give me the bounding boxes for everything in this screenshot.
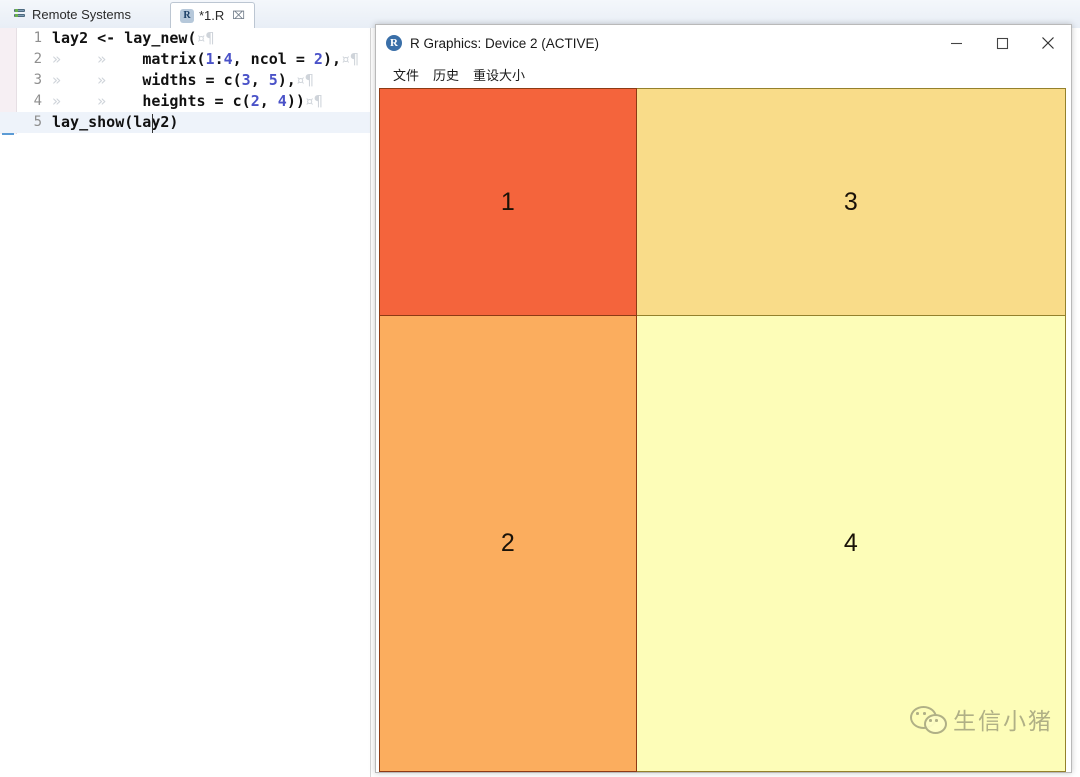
close-button[interactable]: [1025, 25, 1071, 61]
layout-cell-3-label: 3: [843, 187, 858, 216]
code-line[interactable]: 1 lay2 <- lay_new(¤¶: [0, 28, 370, 49]
code-text: lay_show(lay2): [52, 113, 179, 131]
text-caret: [152, 114, 153, 133]
layout-cell-3: 3: [636, 88, 1066, 316]
layout-cell-4: 4: [636, 316, 1066, 772]
code-text: » » widths = c(3, 5),¤¶: [52, 71, 314, 89]
window-controls: [933, 25, 1071, 61]
line-number: 1: [33, 30, 42, 46]
maximize-button[interactable]: [979, 25, 1025, 61]
layout-cell-1: 1: [379, 88, 637, 316]
r-file-icon: R: [180, 8, 194, 23]
line-number: 2: [33, 51, 42, 67]
layout-cell-1-label: 1: [500, 187, 515, 216]
minimize-button[interactable]: [933, 25, 979, 61]
code-text: lay2 <- lay_new(¤¶: [52, 29, 215, 47]
line-number: 5: [33, 114, 42, 130]
line-number: 3: [33, 72, 42, 88]
line-number: 4: [33, 93, 42, 109]
graphics-window-title: R Graphics: Device 2 (ACTIVE): [410, 35, 600, 51]
layout-cell-2-label: 2: [500, 529, 515, 557]
r-logo-icon: R: [386, 35, 402, 51]
r-graphics-window[interactable]: R R Graphics: Device 2 (ACTIVE) 文件 历史 重设…: [375, 24, 1072, 773]
tab-script-1r-label: *1.R: [199, 8, 225, 23]
remote-systems-icon: [13, 8, 27, 22]
tab-remote-systems-label: Remote Systems: [32, 7, 131, 22]
menu-resize[interactable]: 重设大小: [466, 65, 532, 84]
editor-right-edge: [370, 28, 371, 777]
layout-cell-2: 2: [379, 316, 637, 772]
code-line-container: 1 lay2 <- lay_new(¤¶ 2 » » matrix(1:4, ncol…: [0, 28, 370, 133]
close-icon[interactable]: ⌧: [232, 9, 245, 22]
layout-cell-4-label: 4: [843, 529, 858, 557]
graphics-window-menubar: 文件 历史 重设大小: [376, 61, 1071, 88]
code-text: » » matrix(1:4, ncol = 2),¤¶: [52, 50, 360, 68]
tab-script-1r[interactable]: R *1.R ⌧: [170, 2, 255, 29]
menu-history[interactable]: 历史: [426, 65, 466, 84]
layout-grid: 1 3 2 4: [379, 88, 1066, 772]
code-text: » » heights = c(2, 4))¤¶: [52, 92, 323, 110]
graphics-window-titlebar[interactable]: R R Graphics: Device 2 (ACTIVE): [376, 25, 1071, 61]
screenshot-root: Remote Systems R *1.R ⌧ 1 lay2 <- lay_new…: [0, 0, 1080, 777]
plot-canvas: 1 3 2 4 生信小猪: [377, 88, 1071, 772]
code-line[interactable]: 5 lay_show(lay2): [0, 112, 370, 133]
code-line[interactable]: 2 » » matrix(1:4, ncol = 2),¤¶: [0, 49, 370, 70]
menu-file[interactable]: 文件: [386, 65, 426, 84]
code-line[interactable]: 4 » » heights = c(2, 4))¤¶: [0, 91, 370, 112]
tab-remote-systems[interactable]: Remote Systems: [4, 2, 140, 27]
code-line[interactable]: 3 » » widths = c(3, 5),¤¶: [0, 70, 370, 91]
